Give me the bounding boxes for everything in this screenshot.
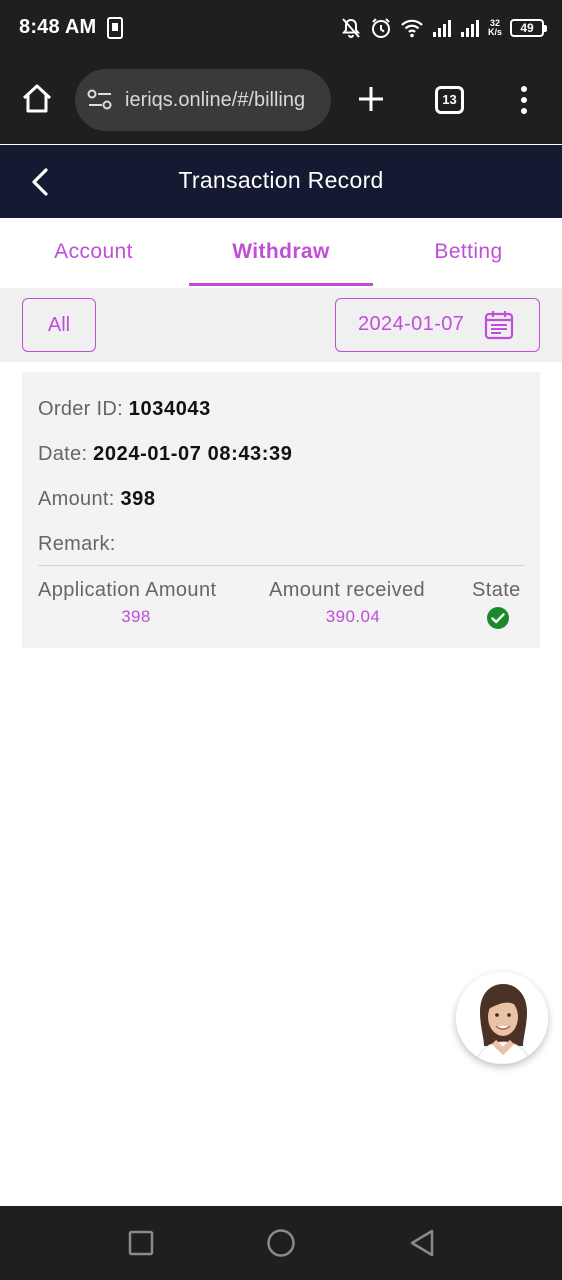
amount-label: Amount:: [38, 488, 115, 510]
network-speed: 32 K/s: [488, 19, 502, 37]
more-vert-icon[interactable]: [516, 84, 532, 116]
date-value: 2024-01-07: [358, 313, 465, 335]
support-agent-avatar-image: [456, 972, 548, 1064]
filter-bar: All 2024-01-07: [0, 288, 562, 362]
recent-apps-icon[interactable]: [128, 1230, 154, 1256]
page-title: Transaction Record: [178, 167, 384, 193]
amount-received-value: 390.04: [325, 607, 381, 626]
remark-label: Remark:: [38, 533, 116, 555]
support-agent-avatar[interactable]: [456, 972, 548, 1064]
url-text[interactable]: ieriqs.online/#/billing: [125, 89, 321, 113]
sim-card-icon: [107, 17, 123, 39]
state-header: State: [472, 579, 521, 601]
system-nav-bar: [0, 1206, 562, 1280]
tab-withdraw[interactable]: Withdraw: [187, 240, 375, 264]
remark-row: Remark:: [38, 533, 116, 556]
active-tab-indicator: [189, 283, 373, 286]
battery-icon: 49: [510, 19, 547, 37]
bell-off-icon: [341, 18, 361, 38]
amount-value: 398: [120, 488, 156, 510]
card-divider: [38, 565, 525, 566]
status-time: 8:48 AM: [19, 16, 97, 38]
all-filter-button[interactable]: All: [22, 298, 96, 352]
status-icons: 32 K/s 49: [340, 14, 547, 42]
date-row: Date: 2024-01-07 08:43:39: [38, 443, 293, 466]
speed-unit: K/s: [487, 27, 502, 37]
tune-icon[interactable]: [87, 89, 113, 111]
tab-account[interactable]: Account: [0, 240, 187, 264]
date-time-value: 2024-01-07 08:43:39: [93, 443, 293, 465]
wifi-icon: [401, 19, 423, 38]
address-bar[interactable]: ieriqs.online/#/billing: [75, 69, 331, 131]
status-bar: 8:48 AM 32 K/s 49: [0, 0, 562, 56]
app-header: Transaction Record: [0, 145, 562, 218]
home-icon[interactable]: [20, 82, 54, 116]
home-circle-icon[interactable]: [266, 1228, 296, 1258]
back-triangle-icon[interactable]: [408, 1228, 436, 1258]
amount-received-header: Amount received: [269, 579, 426, 601]
amount-row: Amount: 398: [38, 488, 156, 511]
application-amount-header: Application Amount: [38, 579, 217, 601]
record-tabs: Account Withdraw Betting: [0, 218, 562, 288]
tab-betting[interactable]: Betting: [375, 240, 562, 264]
tabs-count-button[interactable]: 13: [435, 86, 464, 114]
signal-icon: [432, 20, 451, 37]
plus-icon[interactable]: [354, 82, 388, 116]
calendar-icon: [484, 311, 514, 340]
browser-toolbar: ieriqs.online/#/billing 13: [0, 56, 562, 144]
application-amount-value: 398: [121, 607, 151, 626]
alarm-icon: [371, 18, 390, 38]
transaction-card: Order ID: 1034043 Date: 2024-01-07 08:43…: [22, 372, 540, 648]
order-id-label: Order ID:: [38, 398, 123, 420]
date-label: Date:: [38, 443, 88, 465]
check-circle-icon: [487, 607, 509, 629]
order-id-value: 1034043: [128, 398, 211, 420]
signal-icon: [460, 20, 479, 37]
date-picker-button[interactable]: 2024-01-07: [335, 298, 540, 352]
order-id-row: Order ID: 1034043: [38, 398, 211, 421]
